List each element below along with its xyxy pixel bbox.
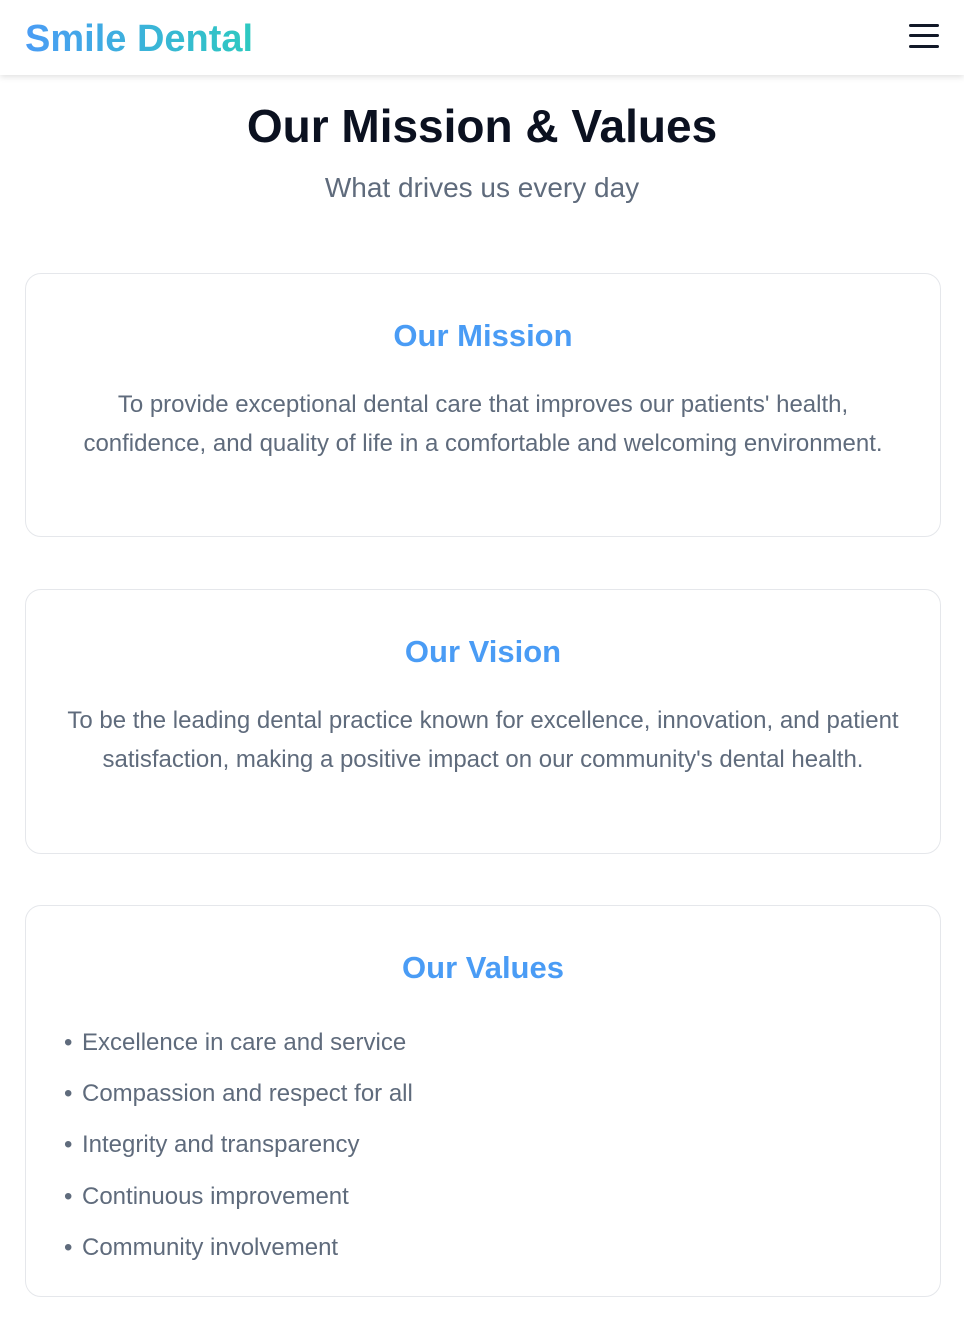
value-item: • Continuous improvement <box>64 1171 902 1222</box>
bullet-icon: • <box>64 1080 73 1108</box>
value-item-label: Continuous improvement <box>82 1182 349 1210</box>
brand-logo[interactable]: Smile Dental <box>25 16 253 62</box>
value-item: • Integrity and transparency <box>64 1119 902 1170</box>
bullet-icon: • <box>64 1029 73 1056</box>
value-item: • Compassion and respect for all <box>64 1068 902 1119</box>
bullet-icon: • <box>64 1182 73 1210</box>
bullet-icon: • <box>64 1131 73 1159</box>
values-list: • Excellence in care and service • Compass… <box>64 1017 902 1273</box>
page-title: Our Mission & Values <box>246 100 718 152</box>
vision-card: Our Vision To be the leading dental prac… <box>25 589 941 854</box>
value-item-label: Excellence in care and service <box>82 1029 407 1056</box>
menu-line <box>909 45 939 48</box>
value-item-label: Community involvement <box>82 1233 339 1261</box>
navbar: Smile Dental <box>0 0 964 75</box>
menu-line <box>909 24 939 27</box>
values-card: Our Values • Excellence in care and servi… <box>25 905 941 1297</box>
mission-title: Our Mission <box>393 318 573 353</box>
bullet-icon: • <box>64 1233 73 1261</box>
values-title: Our Values <box>402 950 564 985</box>
value-item-label: Compassion and respect for all <box>82 1080 413 1108</box>
vision-text: To be the leading dental practice known … <box>67 707 899 773</box>
menu-line <box>909 34 939 37</box>
page-subtitle: What drives us every day <box>324 172 640 203</box>
mission-card: Our Mission To provide exceptional denta… <box>25 273 941 537</box>
mission-text: To provide exceptional dental care that … <box>83 391 883 457</box>
value-item-label: Integrity and transparency <box>82 1131 360 1159</box>
value-item: • Community involvement <box>64 1222 902 1273</box>
vision-title: Our Vision <box>404 634 562 669</box>
hamburger-menu-icon[interactable] <box>909 24 939 48</box>
value-item: • Excellence in care and service <box>64 1017 902 1068</box>
